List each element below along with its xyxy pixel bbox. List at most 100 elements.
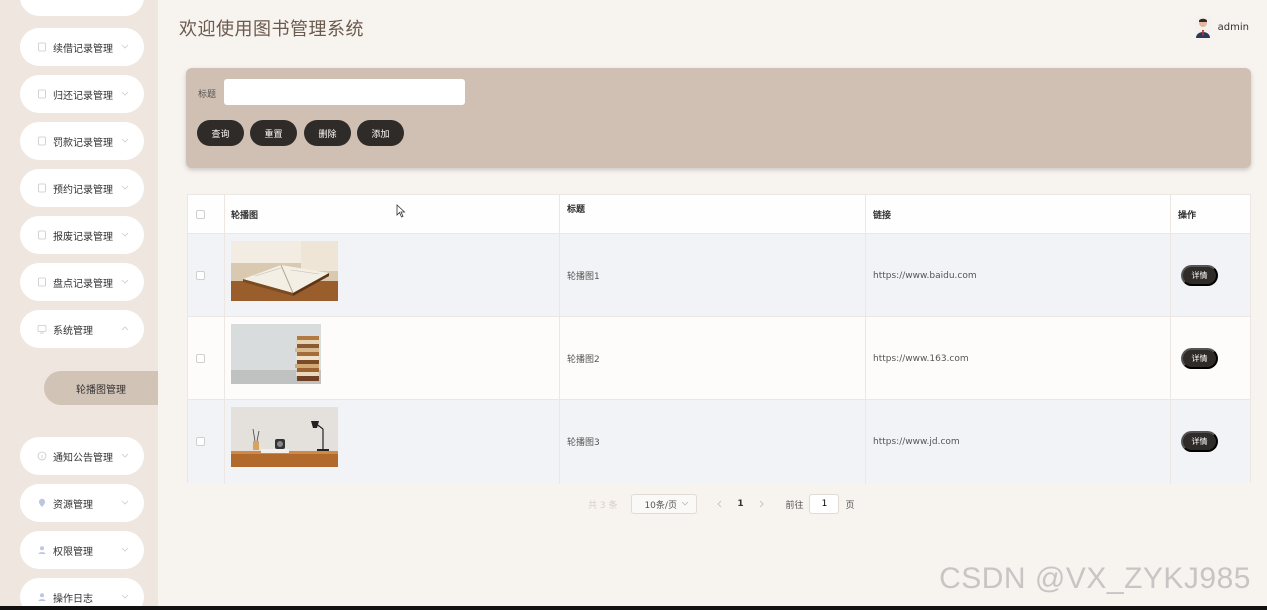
chevron-down-icon xyxy=(120,41,130,51)
sidebar: 续借记录管理 归还记录管理 罚款记录管理 预约记录管理 报废记录管理 盘点记录管… xyxy=(0,0,158,606)
sidebar-item-label: 资源管理 xyxy=(53,499,93,511)
sidebar-item-reserve[interactable]: 预约记录管理 xyxy=(20,169,144,207)
table-header: 轮播图 标题 链接 操作 xyxy=(188,195,1250,234)
row-checkbox[interactable] xyxy=(196,354,205,363)
chevron-down-icon xyxy=(120,497,130,507)
chevron-right-icon xyxy=(759,500,764,508)
page-unit-label: 页 xyxy=(845,500,855,511)
avatar xyxy=(1194,16,1211,38)
add-button[interactable]: 添加 xyxy=(357,120,404,146)
goto-label: 前往 xyxy=(785,500,804,511)
title-search-input[interactable] xyxy=(224,79,465,105)
page-title: 欢迎使用图书管理系统 xyxy=(179,19,364,40)
detail-button[interactable]: 详情 xyxy=(1181,265,1218,286)
select-all-checkbox[interactable] xyxy=(196,210,205,219)
row-link: https://www.jd.com xyxy=(873,436,960,447)
sidebar-subitem-carousel[interactable]: 轮播图管理 xyxy=(44,371,158,405)
row-link: https://www.163.com xyxy=(873,353,969,364)
bottom-edge xyxy=(0,606,1267,610)
row-checkbox[interactable] xyxy=(196,437,205,446)
select-all-cell[interactable] xyxy=(196,195,205,234)
delete-button[interactable]: 删除 xyxy=(304,120,351,146)
row-title: 轮播图3 xyxy=(567,438,600,448)
document-icon xyxy=(36,42,47,53)
document-icon xyxy=(36,230,47,241)
sidebar-item-label: 权限管理 xyxy=(53,546,93,558)
chevron-down-icon xyxy=(120,88,130,98)
info-icon xyxy=(36,451,47,462)
sidebar-item-resource[interactable]: 资源管理 xyxy=(20,484,144,522)
location-icon xyxy=(36,498,47,509)
sidebar-item-label: 通知公告管理 xyxy=(53,452,113,464)
chevron-down-icon xyxy=(120,276,130,286)
table-row: 轮播图3 https://www.jd.com 详情 xyxy=(188,400,1250,483)
column-header-action: 操作 xyxy=(1178,211,1197,221)
sidebar-item-log[interactable]: 操作日志 xyxy=(20,578,144,606)
chevron-down-icon xyxy=(120,135,130,145)
chevron-down-icon xyxy=(681,499,689,509)
carousel-table: 轮播图 标题 链接 操作 轮播图1 https://www.baidu.com … xyxy=(187,194,1251,484)
chevron-down-icon xyxy=(120,591,130,601)
column-header-link: 链接 xyxy=(873,211,892,221)
carousel-thumbnail xyxy=(231,241,338,301)
chevron-down-icon xyxy=(120,544,130,554)
column-header-image: 轮播图 xyxy=(231,211,259,221)
page-size-select[interactable]: 10条/页 xyxy=(631,494,698,514)
row-select-cell[interactable] xyxy=(196,234,205,317)
column-divider xyxy=(1170,195,1171,484)
row-select-cell[interactable] xyxy=(196,317,205,400)
chevron-down-icon xyxy=(120,182,130,192)
sidebar-item-system[interactable]: 系统管理 xyxy=(20,310,144,348)
monitor-icon xyxy=(36,324,47,335)
table-row: 轮播图1 https://www.baidu.com 详情 xyxy=(188,234,1250,317)
row-select-cell[interactable] xyxy=(196,400,205,483)
title-label: 标题 xyxy=(198,90,217,100)
column-divider xyxy=(559,195,560,484)
sidebar-item-label: 续借记录管理 xyxy=(53,43,113,55)
next-page-button[interactable] xyxy=(751,494,771,514)
row-checkbox[interactable] xyxy=(196,271,205,280)
sidebar-item-notice[interactable]: 通知公告管理 xyxy=(20,437,144,475)
row-title: 轮播图2 xyxy=(567,355,600,365)
sidebar-item-fine[interactable]: 罚款记录管理 xyxy=(20,122,144,160)
document-icon xyxy=(36,89,47,100)
sidebar-item-inventory[interactable]: 盘点记录管理 xyxy=(20,263,144,301)
sidebar-item-renew[interactable]: 续借记录管理 xyxy=(20,28,144,66)
query-button[interactable]: 查询 xyxy=(197,120,244,146)
sidebar-item-label: 归还记录管理 xyxy=(53,90,113,102)
user-menu[interactable]: admin xyxy=(1194,16,1249,38)
table-row: 轮播图2 https://www.163.com 详情 xyxy=(188,317,1250,400)
detail-button[interactable]: 详情 xyxy=(1181,348,1218,369)
detail-button[interactable]: 详情 xyxy=(1181,431,1218,452)
chevron-down-icon xyxy=(120,229,130,239)
row-link: https://www.baidu.com xyxy=(873,270,977,281)
username: admin xyxy=(1217,21,1249,33)
search-panel: 标题 查询 重置 删除 添加 xyxy=(186,68,1251,168)
sidebar-item-label: 罚款记录管理 xyxy=(53,137,113,149)
sidebar-item-label: 系统管理 xyxy=(53,325,93,337)
watermark: CSDN @VX_ZYKJ985 xyxy=(939,562,1251,595)
page-number-current[interactable]: 1 xyxy=(729,494,751,514)
chevron-up-icon xyxy=(120,323,130,333)
column-divider xyxy=(224,195,225,484)
page-size-value: 10条/页 xyxy=(644,500,677,511)
column-header-title: 标题 xyxy=(567,205,586,215)
chevron-down-icon xyxy=(120,450,130,460)
prev-page-button[interactable] xyxy=(709,494,729,514)
mouse-cursor-icon xyxy=(396,204,406,218)
sidebar-item-permission[interactable]: 权限管理 xyxy=(20,531,144,569)
sidebar-item-return[interactable]: 归还记录管理 xyxy=(20,75,144,113)
document-icon xyxy=(36,183,47,194)
sidebar-item-top[interactable] xyxy=(20,0,144,16)
goto-page-input[interactable] xyxy=(809,494,840,514)
sidebar-item-label: 报废记录管理 xyxy=(53,231,113,243)
sidebar-item-scrap[interactable]: 报废记录管理 xyxy=(20,216,144,254)
reset-button[interactable]: 重置 xyxy=(250,120,297,146)
carousel-thumbnail xyxy=(231,407,338,467)
chevron-left-icon xyxy=(717,500,722,508)
sidebar-item-label: 盘点记录管理 xyxy=(53,278,113,290)
column-divider xyxy=(865,195,866,484)
carousel-thumbnail xyxy=(231,324,321,384)
user-icon xyxy=(36,545,47,556)
sidebar-item-label: 操作日志 xyxy=(53,593,93,605)
